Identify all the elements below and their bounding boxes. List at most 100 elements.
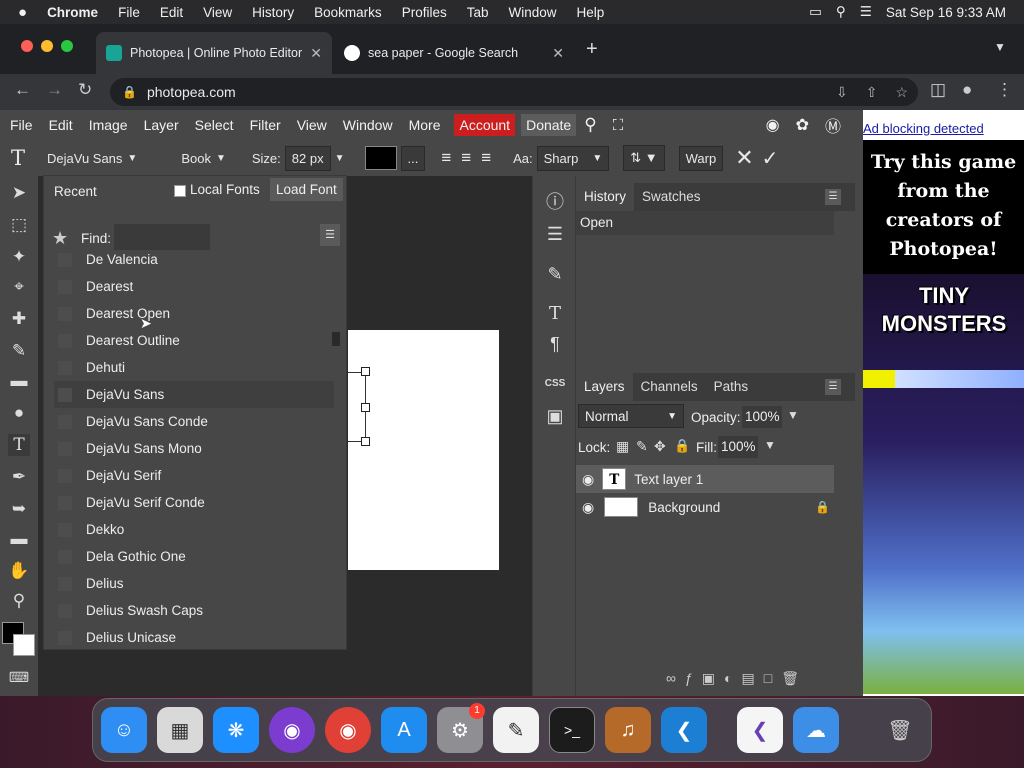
screen-mirror-icon[interactable]: ▭ <box>809 4 822 20</box>
close-tab-icon[interactable]: ✕ <box>310 45 322 62</box>
font-list-item[interactable]: DejaVu Sans Mono <box>54 435 334 462</box>
chrome-icon[interactable]: ◉ <box>325 707 371 753</box>
font-list-item[interactable]: De Valencia <box>54 246 334 273</box>
blur-tool-icon[interactable]: ● <box>8 402 30 424</box>
menu-bookmarks[interactable]: Bookmarks <box>304 5 392 20</box>
profile-avatar-icon[interactable]: ● <box>962 80 972 100</box>
shape-tool-icon[interactable]: ▬ <box>8 528 30 550</box>
search-icon[interactable]: ⚲ <box>576 115 604 135</box>
pp-menu-layer[interactable]: Layer <box>136 117 187 133</box>
layer-row-background[interactable]: ◉ Background 🔒 <box>576 493 834 521</box>
brush-tool-icon[interactable]: ✎ <box>8 340 30 362</box>
font-list-item[interactable]: DejaVu Serif <box>54 462 334 489</box>
visibility-eye-icon[interactable]: ◉ <box>582 471 594 488</box>
ad-blocking-notice-link[interactable]: Ad blocking detected <box>863 121 984 136</box>
panel-menu-icon[interactable]: ☰ <box>825 189 841 205</box>
clock-text[interactable]: Sat Sep 16 9:33 AM <box>886 5 1006 20</box>
vscode-icon[interactable]: ❮ <box>661 707 707 753</box>
font-checkbox[interactable] <box>58 360 72 375</box>
new-tab-icon[interactable]: + <box>586 38 598 61</box>
character-icon[interactable]: T <box>543 302 567 326</box>
facebook-icon[interactable]: Ⓜ <box>817 113 855 137</box>
tab-google-search[interactable]: sea paper - Google Search ✕ <box>334 32 574 74</box>
donate-button[interactable]: Donate <box>521 114 577 136</box>
antialias-select[interactable]: Sharp ▼ <box>536 145 610 171</box>
ad-game-image[interactable]: TINY MONSTERS <box>863 274 1024 694</box>
launchpad-icon[interactable]: ▦ <box>157 707 203 753</box>
layer-effects-icon[interactable]: ƒ <box>685 670 693 687</box>
css-icon[interactable]: CSS <box>543 372 567 396</box>
tab-swatches[interactable]: Swatches <box>634 183 709 211</box>
more-options-button[interactable]: ... <box>400 145 426 171</box>
panel-menu-icon[interactable]: ☰ <box>825 379 841 395</box>
pp-menu-filter[interactable]: Filter <box>242 117 289 133</box>
history-item[interactable]: Open <box>576 211 834 235</box>
adjustments-icon[interactable]: ☰ <box>543 222 567 246</box>
font-checkbox[interactable] <box>58 441 72 456</box>
terminal-icon[interactable]: >_ <box>549 707 595 753</box>
layer-mask-icon[interactable]: ▣ <box>702 670 715 687</box>
text-color-swatch[interactable] <box>364 146 397 170</box>
install-app-icon[interactable]: ⇩ <box>836 84 848 101</box>
font-list-item[interactable]: Dela Gothic One <box>54 543 334 570</box>
pp-menu-view[interactable]: View <box>289 117 335 133</box>
text-orientation-select[interactable]: ⇅ ▼ <box>623 145 665 171</box>
pp-menu-edit[interactable]: Edit <box>41 117 81 133</box>
twitter-icon[interactable]: ✿ <box>788 115 817 135</box>
font-checkbox[interactable] <box>58 279 72 294</box>
transform-handle[interactable] <box>361 437 370 446</box>
tab-photopea[interactable]: Photopea | Online Photo Editor ✕ <box>96 32 332 74</box>
warp-button[interactable]: Warp <box>678 145 724 171</box>
move-tool-icon[interactable]: ➤ <box>8 182 30 204</box>
apple-icon[interactable]: ● <box>0 4 37 21</box>
tab-history[interactable]: History <box>576 183 635 211</box>
keyboard-icon[interactable]: ⌨ <box>8 666 30 688</box>
reddit-icon[interactable]: ◉ <box>758 115 788 135</box>
lock-transparency-icon[interactable]: ▦ <box>616 438 629 455</box>
crop-tool-icon[interactable]: ⌖ <box>8 276 30 298</box>
menu-file[interactable]: File <box>108 5 150 20</box>
garageband-icon[interactable]: ♫ <box>605 707 651 753</box>
close-tab-icon[interactable]: ✕ <box>552 45 564 62</box>
image-icon[interactable]: ▣ <box>543 404 567 428</box>
font-list-item[interactable]: Delius Swash Caps <box>54 597 334 624</box>
pp-menu-image[interactable]: Image <box>81 117 136 133</box>
menu-app-name[interactable]: Chrome <box>37 5 108 20</box>
weather-icon[interactable]: ☁ <box>793 707 839 753</box>
menu-history[interactable]: History <box>242 5 304 20</box>
fill-input[interactable]: 100% <box>718 436 758 458</box>
trash-icon[interactable]: 🗑 <box>877 707 923 753</box>
menu-edit[interactable]: Edit <box>150 5 193 20</box>
address-bar[interactable]: 🔒 photopea.com ⇩ ⇧ ☆ <box>110 78 918 106</box>
pen-tool-icon[interactable]: ✒ <box>8 466 30 488</box>
menu-profiles[interactable]: Profiles <box>392 5 457 20</box>
transform-handle[interactable] <box>361 403 370 412</box>
transform-handle[interactable] <box>361 367 370 376</box>
pp-menu-more[interactable]: More <box>401 117 449 133</box>
font-checkbox[interactable] <box>58 468 72 483</box>
healing-brush-tool-icon[interactable]: ✚ <box>8 308 30 330</box>
visual-studio-icon[interactable]: ❮ <box>737 707 783 753</box>
font-checkbox[interactable] <box>58 576 72 591</box>
path-select-tool-icon[interactable]: ➥ <box>8 498 30 520</box>
font-list-item[interactable]: DejaVu Serif Conde <box>54 489 334 516</box>
side-panel-icon[interactable]: ◫ <box>930 80 946 100</box>
new-group-icon[interactable]: ▤ <box>741 670 754 687</box>
window-zoom-button[interactable] <box>61 40 73 52</box>
font-list-item-selected[interactable]: DejaVu Sans <box>54 381 334 408</box>
blend-mode-select[interactable]: Normal ▼ <box>578 404 684 428</box>
pp-menu-select[interactable]: Select <box>187 117 242 133</box>
link-layers-icon[interactable]: ∞ <box>666 670 676 687</box>
tab-paths[interactable]: Paths <box>706 373 757 401</box>
pp-menu-window[interactable]: Window <box>335 117 401 133</box>
align-right-icon[interactable]: ≡ <box>481 148 491 168</box>
pp-menu-file[interactable]: File <box>0 117 41 133</box>
font-list-item[interactable]: DejaVu Sans Conde <box>54 408 334 435</box>
font-list-item[interactable]: Dearest Outline <box>54 327 334 354</box>
textedit-icon[interactable]: ✎ <box>493 707 539 753</box>
font-checkbox[interactable] <box>58 306 72 321</box>
window-minimize-button[interactable] <box>41 40 53 52</box>
zoom-tool-icon[interactable]: ⚲ <box>8 590 30 612</box>
magic-wand-tool-icon[interactable]: ✦ <box>8 246 30 268</box>
reload-icon[interactable]: ↻ <box>78 80 92 100</box>
